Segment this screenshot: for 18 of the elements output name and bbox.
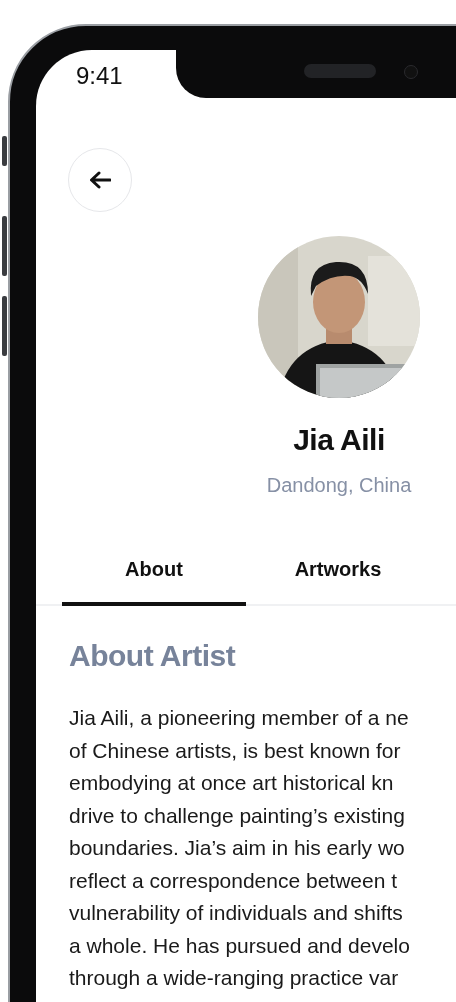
bio-text-line: drive to challenge painting’s existing [69, 802, 406, 829]
bio-text-line: through a wide-ranging practice var [69, 965, 400, 991]
section-heading: About Artist [69, 638, 237, 674]
artist-location: Dandong, China [266, 473, 412, 498]
bio-text-line: embodying at once art historical kn [69, 770, 395, 796]
back-arrow-icon [89, 171, 111, 189]
speaker-grille [304, 64, 376, 78]
tab[interactable]: Artworks [246, 548, 430, 606]
camera-dot [404, 65, 418, 79]
tab[interactable]: About [62, 548, 246, 606]
bio-text-line: of Chinese artists, is best known for [69, 737, 402, 764]
bio-text-line: boundaries. Jia’s aim in his early wo [69, 835, 406, 861]
bio-text-line: reflect a correspondence between t [69, 867, 399, 894]
bio-text-line: vulnerability of individuals and shifts [69, 900, 404, 926]
artist-name: Jia Aili [293, 422, 385, 458]
bio-text-line: a whole. He has pursued and develo [69, 932, 411, 959]
bio-text-line: Jia Aili, a pioneering member of a ne [69, 705, 410, 731]
status-time: 9:41 [76, 64, 123, 88]
